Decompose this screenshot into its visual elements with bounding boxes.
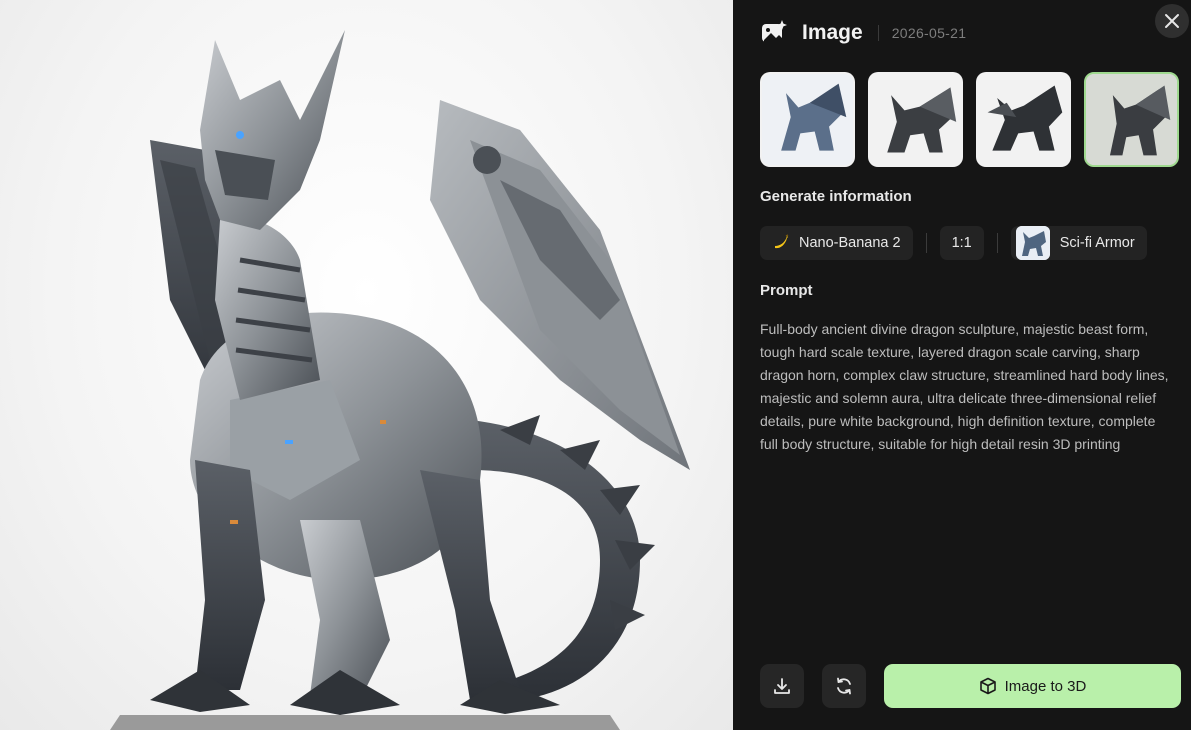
thumbnail-variant-4[interactable] — [1084, 72, 1179, 167]
generate-info-chips: Nano-Banana 2 1:1 Sci-fi Armor — [760, 226, 1147, 260]
model-chip[interactable]: Nano-Banana 2 — [760, 226, 913, 260]
header-divider — [877, 25, 879, 41]
thumbnail-variant-2[interactable] — [868, 72, 963, 167]
image-preview — [0, 0, 733, 730]
panel-title: Image — [802, 21, 863, 44]
style-chip[interactable]: Sci-fi Armor — [1010, 226, 1147, 260]
refresh-icon — [837, 677, 851, 695]
ratio-label: 1:1 — [951, 235, 972, 251]
detail-panel: Image 2026-05-21 Generate information Na… — [733, 0, 1191, 730]
style-label: Sci-fi Armor — [1059, 235, 1135, 251]
chip-divider — [996, 233, 998, 253]
close-button[interactable] — [1155, 4, 1189, 38]
dragon-sculpture-image — [110, 30, 690, 730]
image-to-3d-button[interactable]: Image to 3D — [884, 664, 1181, 708]
banana-icon — [772, 234, 790, 252]
image-sparkle-icon — [760, 19, 788, 47]
ratio-chip[interactable]: 1:1 — [939, 226, 984, 260]
cube-icon — [979, 677, 997, 695]
generate-info-title: Generate information — [760, 188, 912, 205]
thumbnail-variant-3[interactable] — [976, 72, 1071, 167]
prompt-text: Full-body ancient divine dragon sculptur… — [760, 321, 1169, 452]
download-button[interactable] — [760, 664, 804, 708]
close-icon — [1165, 14, 1179, 28]
generation-date: 2026-05-21 — [891, 25, 967, 41]
variant-thumbnails — [760, 72, 1179, 167]
chip-divider — [925, 233, 927, 253]
action-bar: Image to 3D — [760, 664, 1181, 708]
style-thumbnail — [1015, 226, 1050, 260]
model-label: Nano-Banana 2 — [799, 235, 901, 251]
panel-header: Image 2026-05-21 — [760, 18, 966, 48]
thumbnail-variant-1[interactable] — [760, 72, 855, 167]
image-to-3d-label: Image to 3D — [1004, 677, 1087, 695]
download-icon — [774, 678, 790, 694]
regenerate-button[interactable] — [822, 664, 866, 708]
prompt-title: Prompt — [760, 282, 813, 299]
